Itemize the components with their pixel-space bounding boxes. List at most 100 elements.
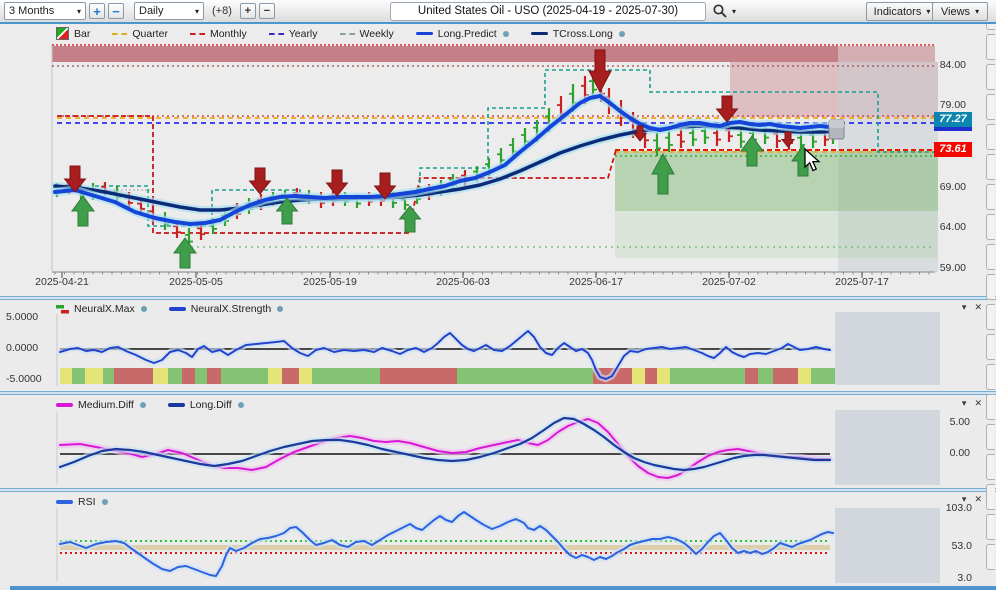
chevron-down-icon: ▾ — [195, 7, 199, 16]
price-drag-handle[interactable] — [828, 119, 846, 141]
legend-label: NeuralX.Max — [74, 303, 135, 315]
add-bar-button[interactable]: + — [240, 3, 256, 19]
search-icon — [712, 3, 728, 19]
collapse-icon[interactable]: ▾ — [962, 494, 967, 505]
right-rail-button[interactable] — [986, 424, 995, 450]
neuralx-strength-marker-icon — [169, 307, 186, 311]
right-rail-button[interactable] — [986, 34, 995, 60]
legend-label: Bar — [74, 28, 90, 40]
right-rail-button[interactable] — [986, 394, 995, 420]
bottom-scrollbar[interactable] — [10, 586, 996, 590]
interval-select[interactable]: Daily ▾ — [134, 2, 204, 20]
panel-separator[interactable] — [0, 296, 996, 300]
diff-legend: Medium.Diff Long.Diff — [0, 399, 244, 411]
right-rail-button[interactable] — [986, 454, 995, 480]
info-dot-icon[interactable] — [238, 402, 244, 408]
diff-panel-controls: ▾ ✕ — [962, 398, 982, 409]
legend-item-rsi[interactable]: RSI — [56, 496, 108, 508]
chevron-down-icon: ▾ — [926, 7, 930, 16]
long-predict-marker-icon — [416, 32, 433, 36]
symbol-title-box[interactable]: United States Oil - USO (2025-04-19 - 20… — [390, 2, 706, 21]
price-chart-panel — [0, 24, 996, 296]
info-dot-icon[interactable] — [141, 306, 147, 312]
right-rail-button[interactable] — [986, 334, 995, 360]
interval-value: Daily — [139, 5, 163, 17]
yearly-line-axis-marker — [934, 127, 972, 131]
legend-item-tcross-long[interactable]: TCross.Long — [531, 28, 625, 40]
main-chart-legend: Bar Quarter Monthly Yearly Weekly Long.Predic… — [0, 27, 625, 40]
legend-item-bar[interactable]: Bar — [56, 27, 90, 40]
symbol-search[interactable]: ▾ — [712, 3, 736, 19]
legend-item-weekly[interactable]: Weekly — [340, 28, 394, 40]
legend-item-neuralx-max[interactable]: NeuralX.Max — [56, 303, 147, 315]
legend-label: Long.Diff — [190, 399, 232, 411]
right-rail-button[interactable] — [986, 364, 995, 390]
right-rail-button[interactable] — [986, 124, 995, 150]
neuralx-max-marker-icon — [56, 305, 69, 314]
remove-bar-button[interactable]: − — [259, 3, 275, 19]
range-select[interactable]: 3 Months ▾ — [4, 2, 86, 20]
indicators-button[interactable]: Indicators ▾ — [866, 2, 938, 21]
info-dot-icon[interactable] — [277, 306, 283, 312]
right-rail-button[interactable] — [986, 214, 995, 240]
right-rail-button[interactable] — [986, 544, 995, 570]
right-rail-button[interactable] — [986, 484, 995, 510]
close-icon[interactable]: ✕ — [974, 398, 982, 409]
panel-separator[interactable] — [0, 391, 996, 395]
legend-label: RSI — [78, 496, 96, 508]
rsi-panel — [0, 492, 996, 586]
info-dot-icon[interactable] — [619, 31, 625, 37]
bar-marker-icon — [56, 27, 69, 40]
legend-label: TCross.Long — [553, 28, 613, 40]
info-dot-icon[interactable] — [102, 499, 108, 505]
right-rail-button[interactable] — [986, 514, 995, 540]
legend-label: Monthly — [210, 28, 247, 40]
right-rail-button[interactable] — [986, 94, 995, 120]
views-button[interactable]: Views ▾ — [932, 2, 988, 21]
support-price-badge: 73.61 — [934, 142, 972, 157]
info-dot-icon[interactable] — [140, 402, 146, 408]
legend-label: NeuralX.Strength — [191, 303, 272, 315]
right-rail-button[interactable] — [986, 154, 995, 180]
legend-label: Medium.Diff — [78, 399, 134, 411]
quarter-marker-icon — [112, 33, 127, 35]
right-rail-button[interactable] — [986, 244, 995, 270]
legend-item-medium-diff[interactable]: Medium.Diff — [56, 399, 146, 411]
mouse-cursor — [804, 148, 824, 174]
range-value: 3 Months — [9, 5, 54, 17]
legend-label: Quarter — [132, 28, 168, 40]
legend-item-long-predict[interactable]: Long.Predict — [416, 28, 509, 40]
indicators-label: Indicators — [874, 6, 922, 18]
legend-item-yearly[interactable]: Yearly — [269, 28, 318, 40]
neuralx-panel-controls: ▾ ✕ — [962, 302, 982, 313]
right-rail-button[interactable] — [986, 184, 995, 210]
range-zoom-in-button[interactable]: + — [89, 3, 105, 19]
chevron-down-icon: ▾ — [732, 7, 736, 16]
right-rail-button[interactable] — [986, 304, 995, 330]
medium-diff-marker-icon — [56, 403, 73, 407]
monthly-marker-icon — [190, 33, 205, 35]
weekly-marker-icon — [340, 33, 355, 35]
legend-item-neuralx-strength[interactable]: NeuralX.Strength — [169, 303, 284, 315]
right-rail-button[interactable] — [986, 64, 995, 90]
neuralx-legend: NeuralX.Max NeuralX.Strength — [0, 303, 283, 315]
legend-item-monthly[interactable]: Monthly — [190, 28, 247, 40]
legend-item-quarter[interactable]: Quarter — [112, 28, 168, 40]
charting-app: 84.0079.0069.0064.0059.002025-04-212025-… — [0, 0, 996, 590]
close-icon[interactable]: ✕ — [974, 494, 982, 505]
legend-item-long-diff[interactable]: Long.Diff — [168, 399, 244, 411]
chevron-down-icon: ▾ — [975, 7, 979, 16]
right-rail-button[interactable] — [986, 274, 995, 300]
collapse-icon[interactable]: ▾ — [962, 302, 967, 313]
range-zoom-out-button[interactable]: − — [108, 3, 124, 19]
panel-separator[interactable] — [0, 488, 996, 492]
rsi-legend: RSI — [0, 496, 108, 508]
rsi-marker-icon — [56, 500, 73, 504]
close-icon[interactable]: ✕ — [974, 302, 982, 313]
predicted-price-badge: 77.27 — [934, 112, 972, 127]
collapse-icon[interactable]: ▾ — [962, 398, 967, 409]
long-diff-marker-icon — [168, 403, 185, 407]
info-dot-icon[interactable] — [503, 31, 509, 37]
chevron-down-icon: ▾ — [77, 7, 81, 16]
views-label: Views — [941, 6, 970, 18]
